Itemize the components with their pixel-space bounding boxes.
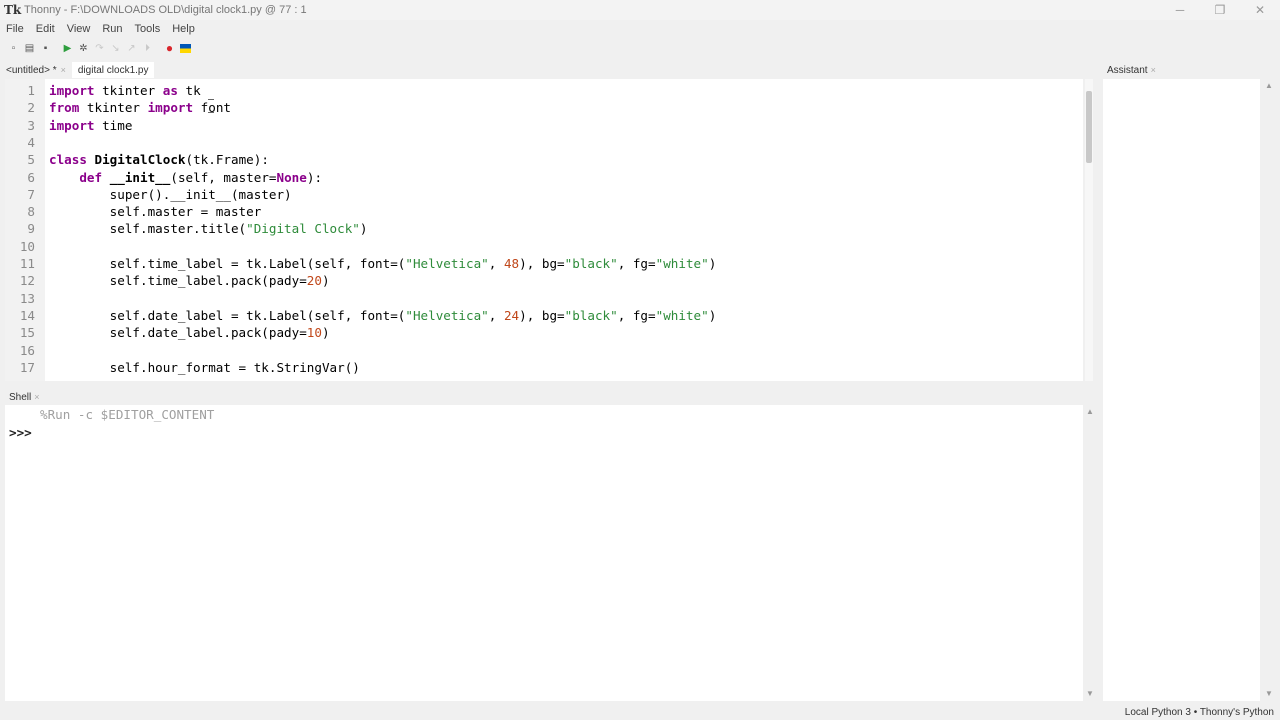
editor-tab[interactable]: digital clock1.py — [71, 62, 155, 78]
minimize-icon[interactable]: ─ — [1160, 0, 1200, 20]
code-line: 13 — [5, 290, 1083, 307]
restore-icon[interactable]: ❐ — [1200, 0, 1240, 20]
line-number: 16 — [19, 342, 35, 358]
line-number: 3 — [27, 117, 35, 133]
thonny-app-icon: Tk — [4, 3, 22, 17]
assistant-panel[interactable]: ▲ ▼ — [1103, 79, 1273, 701]
line-number: 10 — [19, 238, 35, 254]
toolbar: ▫ ▤ ▪ ▶ ✲ ↷ ↘ ↗ ⏵ ● — [0, 39, 1280, 57]
ukraine-flag-icon[interactable] — [178, 41, 193, 55]
menu-file[interactable]: File — [6, 23, 24, 35]
step-into-icon[interactable]: ↘ — [108, 41, 123, 55]
menu-edit[interactable]: Edit — [36, 23, 55, 35]
line-number: 14 — [19, 307, 35, 323]
shell-last-command: %Run -c $EDITOR_CONTENT — [40, 407, 215, 422]
line-number: 6 — [27, 169, 35, 185]
code-text: self.hour_format = tk.StringVar() — [49, 359, 360, 375]
editor-scrollbar-thumb[interactable] — [1086, 91, 1092, 163]
code-line: 2 from tkinter import font — [5, 99, 1083, 116]
scroll-down-icon[interactable]: ▼ — [1086, 689, 1094, 698]
run-icon[interactable]: ▶ — [60, 41, 75, 55]
code-text: def __init__(self, master=None): — [79, 169, 323, 185]
code-line: 15 self.date_label.pack(pady=10) — [5, 324, 1083, 341]
menu-view[interactable]: View — [67, 23, 91, 35]
code-line: 17 self.hour_format = tk.StringVar() — [5, 359, 1083, 376]
menu-tools[interactable]: Tools — [135, 23, 161, 35]
code-line: 9 self.master.title("Digital Clock") — [5, 220, 1083, 237]
line-number: 8 — [27, 204, 35, 220]
code-line: 12 self.time_label.pack(pady=20) — [5, 272, 1083, 289]
code-text: self.date_label = tk.Label(self, font=("… — [49, 307, 717, 323]
assistant-tab-label: Assistant — [1107, 64, 1148, 76]
line-number: 4 — [27, 134, 35, 150]
code-text: self.master = master — [49, 204, 262, 220]
scroll-up-icon[interactable]: ▲ — [1265, 81, 1273, 90]
editor-tab-label: <untitled> * — [6, 64, 57, 76]
close-icon[interactable]: ✕ — [1240, 0, 1280, 20]
code-text: super().__init__(master) — [49, 186, 292, 202]
editor-tabs: <untitled> * × digital clock1.py — [0, 62, 155, 78]
editor-scrollbar[interactable] — [1085, 79, 1093, 381]
line-number: 9 — [27, 221, 35, 237]
code-text: self.date_label.pack(pady=10) — [49, 325, 330, 341]
shell-tab-label: Shell — [9, 391, 32, 403]
code-text: self.master.title("Digital Clock") — [49, 221, 368, 237]
code-line: 10 — [5, 238, 1083, 255]
open-file-icon[interactable]: ▤ — [22, 41, 37, 55]
editor-tab[interactable]: <untitled> * × — [0, 62, 72, 78]
shell-prompt: >>> — [9, 425, 32, 440]
step-out-icon[interactable]: ↗ — [124, 41, 139, 55]
menu-bar: File Edit View Run Tools Help — [0, 20, 1280, 38]
window-title: Thonny - F:\DOWNLOADS OLD\digital clock1… — [24, 4, 307, 16]
menu-help[interactable]: Help — [172, 23, 195, 35]
code-editor[interactable]: 1 import tkinter as tk 2 from tkinter impor… — [5, 79, 1083, 381]
code-line: 8 self.master = master — [5, 203, 1083, 220]
debug-icon[interactable]: ✲ — [76, 41, 91, 55]
status-bar: Local Python 3 • Thonny's Python — [1125, 704, 1274, 720]
assistant-tab[interactable]: Assistant × — [1103, 62, 1160, 78]
line-number: 5 — [27, 152, 35, 168]
line-number: 11 — [19, 256, 35, 271]
code-text: self.time_label = tk.Label(self, font=("… — [49, 256, 717, 271]
shell-tab[interactable]: Shell × — [0, 389, 40, 405]
shell-scrollbar[interactable]: ▲ ▼ — [1085, 405, 1094, 701]
interpreter-status[interactable]: Local Python 3 • Thonny's Python — [1125, 707, 1274, 718]
code-text: import tkinter as tk — [49, 83, 201, 98]
editor-tab-label: digital clock1.py — [77, 64, 149, 76]
code-line: 16 — [5, 342, 1083, 359]
title-bar: Tk Thonny - F:\DOWNLOADS OLD\digital clo… — [0, 0, 1280, 20]
line-number: 12 — [19, 273, 35, 289]
shell-console[interactable]: %Run -c $EDITOR_CONTENT >>> — [5, 405, 1083, 701]
resume-icon[interactable]: ⏵ — [140, 41, 155, 55]
save-file-icon[interactable]: ▪ — [38, 41, 53, 55]
code-text: from tkinter import font — [49, 100, 232, 116]
line-number: 17 — [19, 359, 35, 375]
code-line: 14 self.date_label = tk.Label(self, font… — [5, 307, 1083, 324]
scroll-down-icon[interactable]: ▼ — [1265, 689, 1273, 698]
code-line: 1 import tkinter as tk — [5, 82, 1083, 99]
line-number: 13 — [19, 290, 35, 306]
new-file-icon[interactable]: ▫ — [6, 41, 21, 55]
code-text: import time — [49, 117, 133, 133]
close-icon[interactable]: × — [61, 65, 66, 75]
line-number: 7 — [27, 186, 35, 202]
code-text: class DigitalClock(tk.Frame): — [49, 152, 269, 168]
stop-icon[interactable]: ● — [162, 41, 177, 55]
line-number: 2 — [27, 100, 35, 116]
code-text: self.time_label.pack(pady=20) — [49, 273, 330, 289]
text-cursor — [208, 99, 214, 113]
step-over-icon[interactable]: ↷ — [92, 41, 107, 55]
code-line: 11 self.time_label = tk.Label(self, font… — [5, 255, 1083, 272]
close-icon[interactable]: × — [1151, 65, 1156, 75]
line-number: 15 — [19, 325, 35, 341]
code-line: 3 import time — [5, 117, 1083, 134]
scroll-up-icon[interactable]: ▲ — [1086, 407, 1094, 416]
close-icon[interactable]: × — [34, 392, 39, 402]
line-number: 1 — [27, 83, 35, 98]
code-line: 4 — [5, 134, 1083, 151]
code-line: 7 super().__init__(master) — [5, 186, 1083, 203]
menu-run[interactable]: Run — [102, 23, 122, 35]
code-line: 6 def __init__(self, master=None): — [5, 169, 1083, 186]
code-line: 5 class DigitalClock(tk.Frame): — [5, 151, 1083, 168]
